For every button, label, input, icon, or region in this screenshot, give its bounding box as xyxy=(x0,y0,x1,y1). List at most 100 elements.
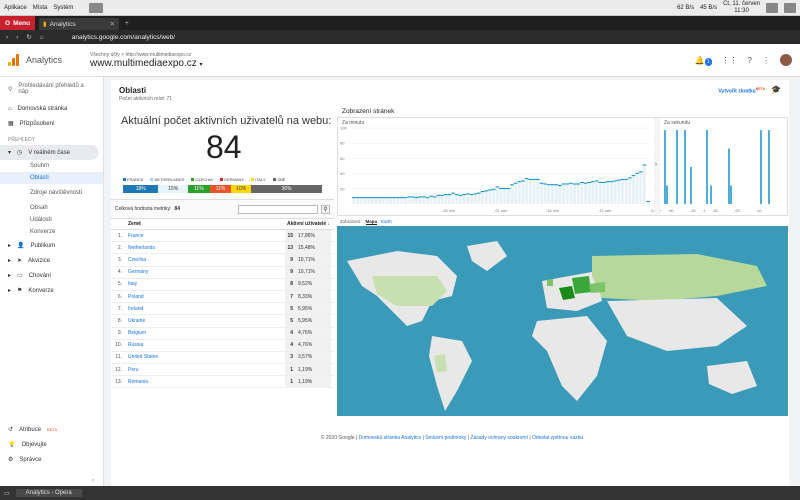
second-bar xyxy=(706,130,708,204)
create-shortcut-button[interactable]: Vytvořit zkratkuBETA xyxy=(718,87,765,95)
minute-bar xyxy=(451,192,455,204)
row-number: 13. xyxy=(115,378,122,385)
sidebar-search[interactable]: ⚲ Prohledávání přehledů a náp xyxy=(0,77,103,101)
forward-icon[interactable]: › xyxy=(16,34,18,41)
sidebar-item-realtime[interactable]: ▾ ◷ V reálném čase xyxy=(0,145,99,160)
sidebar-item-customization[interactable]: ▦ Přizpůsobení xyxy=(0,116,103,131)
per-minute-label: Za minutu xyxy=(342,120,365,126)
minute-bar-top xyxy=(377,197,382,199)
country-link[interactable]: Romania xyxy=(125,379,285,385)
minute-bar-top xyxy=(569,182,573,184)
sidebar-sub-locations[interactable]: Oblasti xyxy=(0,172,103,184)
more-icon[interactable]: ⋮ xyxy=(762,56,770,65)
browser-tabbar: O Menu ▮ Analytics ✕ + xyxy=(0,16,800,30)
volume-icon[interactable] xyxy=(784,2,796,13)
minute-bar xyxy=(385,197,389,204)
search-placeholder: Prohledávání přehledů a náp xyxy=(18,83,84,95)
minute-bar-top xyxy=(399,197,404,199)
country-link[interactable]: Czechia xyxy=(125,257,285,263)
world-map[interactable] xyxy=(337,226,788,416)
account-selector[interactable]: Všechny účty > http://www.multimediaexpo… xyxy=(90,52,203,69)
avatar[interactable] xyxy=(780,54,792,66)
apps-grid-icon[interactable]: ⋮⋮ xyxy=(722,56,738,65)
minute-bar-top xyxy=(583,182,588,184)
country-link[interactable]: Belgium xyxy=(125,330,285,336)
desktop-menu-apps[interactable]: Aplikace xyxy=(4,5,27,11)
sidebar-label: V reálném čase xyxy=(28,149,70,156)
legend-label: ITALY xyxy=(255,177,266,182)
footer-link-terms[interactable]: Smluvní podmínky xyxy=(425,435,466,441)
sidebar-sub-overview[interactable]: Souhrn xyxy=(0,160,103,172)
chevron-right-icon: ▸ xyxy=(8,288,12,294)
sidebar-sub-traffic[interactable]: Zdroje návštěvnosti xyxy=(0,184,103,202)
create-shortcut-label: Vytvořit zkratku xyxy=(718,88,756,95)
taskbar-window[interactable]: Analytics - Opera xyxy=(15,489,82,497)
help-icon[interactable]: ? xyxy=(748,56,752,65)
sidebar-item-admin[interactable]: ⚙ Správce xyxy=(0,452,104,467)
sidebar-item-acquisition[interactable]: ▸ ➤ Akvizice xyxy=(0,253,103,268)
row-number: 1. xyxy=(117,232,122,239)
footer-link-feedback[interactable]: Odeslat zpětnou vazbu xyxy=(532,435,583,441)
back-icon[interactable]: ‹ xyxy=(6,34,8,41)
country-link[interactable]: Netherlands xyxy=(125,245,285,251)
minute-bar-top xyxy=(613,180,617,182)
africa xyxy=(532,316,607,401)
sidebar-item-audience[interactable]: ▸ 👤 Publikum xyxy=(0,238,103,253)
minute-bar-top xyxy=(355,197,360,199)
minute-bar-top xyxy=(646,200,650,202)
col-country[interactable]: Země xyxy=(125,221,285,227)
desktop-menu-places[interactable]: Místa xyxy=(33,5,48,11)
country-link[interactable]: Ireland xyxy=(125,306,285,312)
tray-icon[interactable] xyxy=(766,2,778,13)
close-icon[interactable]: ✕ xyxy=(110,20,115,28)
country-link[interactable]: Ukraine xyxy=(125,318,285,324)
sidebar-item-discover[interactable]: 💡 Objevujte xyxy=(0,437,104,452)
second-bar xyxy=(666,185,668,204)
row-number: 7. xyxy=(117,305,122,312)
desktop-menu-system[interactable]: Systém xyxy=(53,5,73,11)
country-link[interactable]: Germany xyxy=(125,269,285,275)
sidebar-item-conversions[interactable]: ▸ ⚑ Konverze xyxy=(0,283,103,298)
minute-bar xyxy=(411,196,415,204)
terminal-icon[interactable] xyxy=(89,2,104,13)
search-icon[interactable]: ⚲ xyxy=(321,204,330,214)
collapse-sidebar-icon[interactable]: ‹ xyxy=(92,478,94,484)
sidebar-sub-events[interactable]: Události xyxy=(0,214,103,226)
graduation-cap-icon[interactable]: 🎓 xyxy=(771,85,781,94)
minute-bar-top xyxy=(491,188,496,190)
sidebar-sub-content[interactable]: Obsah xyxy=(0,202,103,214)
country-link[interactable]: Peru xyxy=(125,367,285,373)
sidebar-label: Domovská stránka xyxy=(17,105,68,112)
minute-bar-top xyxy=(580,181,584,183)
show-desktop-icon[interactable]: ▭ xyxy=(4,490,10,497)
home-icon[interactable]: ⌂ xyxy=(40,34,44,41)
tab-map[interactable]: Mapa xyxy=(365,219,378,225)
sidebar-label: Chování xyxy=(28,272,52,279)
new-tab-icon[interactable]: + xyxy=(125,20,129,27)
country-link[interactable]: France xyxy=(125,233,285,239)
sidebar-item-behavior[interactable]: ▸ ▭ Chování xyxy=(0,268,103,283)
table-row: 2. Netherlands 13 15,48% xyxy=(111,242,334,255)
table-row: 4. Germany 9 10,71% xyxy=(111,266,334,279)
url-field[interactable]: analytics.google.com/analytics/web/ xyxy=(72,34,175,41)
country-link[interactable]: Poland xyxy=(125,294,285,300)
sidebar-item-home[interactable]: ⌂ Domovská stránka xyxy=(0,101,103,116)
browser-tab[interactable]: ▮ Analytics ✕ xyxy=(39,18,120,30)
minute-bar-top xyxy=(539,182,544,184)
footer-link-privacy[interactable]: Zásady ochrany soukromí xyxy=(470,435,528,441)
notifications-icon[interactable]: 🔔 1 xyxy=(695,56,712,66)
legend-label: CZECHIA xyxy=(195,177,213,182)
reload-icon[interactable]: ↻ xyxy=(26,33,31,41)
browser-menu-button[interactable]: O Menu xyxy=(0,16,36,30)
footer-link-home[interactable]: Domovská stránka Analytics xyxy=(359,435,422,441)
country-link[interactable]: Russia xyxy=(125,342,285,348)
col-active-users[interactable]: Aktivní uživatelé ↓ xyxy=(285,221,331,227)
sidebar-sub-conversions[interactable]: Konverze xyxy=(0,226,103,238)
country-link[interactable]: United States xyxy=(125,354,285,360)
sidebar-item-attribution[interactable]: ↺ Atribuce BETA xyxy=(0,422,104,437)
x-tick-label: -21 min xyxy=(494,208,507,213)
table-search-input[interactable] xyxy=(238,204,318,214)
minute-bar-top xyxy=(554,184,559,186)
country-link[interactable]: Italy xyxy=(125,281,285,287)
tab-earth[interactable]: Earth xyxy=(381,219,392,225)
